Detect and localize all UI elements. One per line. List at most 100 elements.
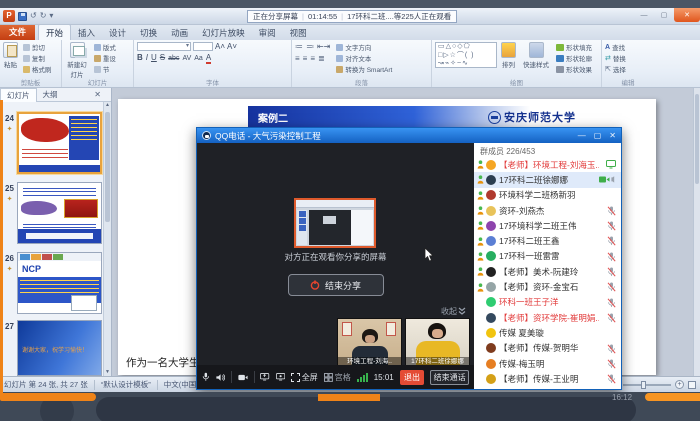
shape-outline-button[interactable]: 形状轮廓	[556, 53, 592, 63]
clear-format-button[interactable]: abc	[168, 55, 179, 62]
char-spacing-button[interactable]: AV	[182, 55, 191, 62]
align-right-icon[interactable]: ≡	[310, 54, 315, 63]
member-row[interactable]: 【老师】资环-金宝石	[474, 279, 621, 294]
member-row[interactable]: 17环境科学二班王伟	[474, 218, 621, 233]
justify-icon[interactable]: ≣	[318, 54, 325, 63]
slide-thumbnail-26[interactable]: 26 ✦ NCP	[0, 252, 104, 316]
tab-insert[interactable]: 插入	[71, 25, 102, 40]
shrink-font-icon[interactable]: A˅	[227, 42, 237, 51]
save-icon[interactable]	[18, 12, 27, 21]
shape-effects-button[interactable]: 形状效果	[556, 64, 592, 74]
workspace-scrollbar[interactable]	[693, 88, 700, 376]
strikethrough-button[interactable]: S	[160, 53, 165, 62]
member-row[interactable]: 传媒 夏美璇	[474, 325, 621, 340]
close-button[interactable]: ✕	[674, 8, 700, 22]
slide-thumbnail-27[interactable]: 27 谢谢大家，祝学习愉快！	[0, 320, 104, 378]
qq-close-icon[interactable]: ✕	[609, 131, 616, 140]
whiteboard-button[interactable]	[276, 372, 285, 382]
member-row[interactable]: 传媒-梅玉明	[474, 356, 621, 371]
change-case-button[interactable]: Aa	[194, 55, 203, 62]
member-row[interactable]: 【老师】环境工程-刘海玉..	[474, 157, 621, 172]
member-row[interactable]: 环境科学二班杨新羽	[474, 188, 621, 203]
member-row[interactable]: 17环科二班徐娜娜	[474, 172, 621, 187]
zoom-in-button[interactable]: +	[675, 380, 684, 389]
format-painter-button[interactable]: 格式刷	[23, 64, 52, 74]
microphone-button[interactable]	[202, 371, 210, 383]
bullets-icon[interactable]: ≔	[295, 42, 303, 51]
align-center-icon[interactable]: ≡	[303, 54, 308, 63]
slides-tab[interactable]: 幻灯片	[0, 88, 37, 102]
tab-file[interactable]: 文件	[0, 24, 35, 40]
member-row[interactable]: 17环科二班王鑫	[474, 233, 621, 248]
tab-design[interactable]: 设计	[102, 25, 133, 40]
tab-transitions[interactable]: 切换	[133, 25, 164, 40]
end-call-button[interactable]: 结束通话	[430, 370, 469, 385]
fit-to-window-icon[interactable]	[688, 381, 696, 389]
fullscreen-button[interactable]: 全屏	[291, 372, 318, 383]
restore-button[interactable]: ▢	[654, 8, 674, 22]
video-thumbnail-student[interactable]: 17环科二班徐娜娜	[405, 318, 470, 367]
layout-button[interactable]: 版式	[94, 42, 116, 52]
italic-button[interactable]: I	[146, 53, 148, 62]
share-screen-button[interactable]	[260, 372, 269, 382]
font-color-button[interactable]: A	[206, 53, 211, 64]
underline-button[interactable]: U	[151, 53, 157, 62]
new-slide-button[interactable]: 新建幻灯片	[65, 42, 89, 79]
panel-close-icon[interactable]: ✕	[94, 90, 101, 99]
member-row[interactable]: 环科一班王子洋	[474, 295, 621, 310]
paste-button[interactable]: 粘贴	[3, 42, 18, 69]
redo-icon[interactable]: ↻	[40, 11, 47, 21]
member-row[interactable]: 17环科一班雷雷	[474, 249, 621, 264]
tab-view[interactable]: 视图	[283, 25, 314, 40]
font-size-select[interactable]	[193, 42, 213, 51]
speaker-button[interactable]	[216, 372, 225, 383]
tab-home[interactable]: 开始	[38, 24, 71, 40]
member-row[interactable]: 【老师】传媒-王业明	[474, 371, 621, 386]
minimize-button[interactable]: —	[634, 8, 654, 22]
camera-button[interactable]	[238, 373, 248, 382]
member-row[interactable]: 【老师】法学-严春丽	[474, 386, 621, 389]
exit-button[interactable]: 退出	[400, 370, 425, 385]
member-row[interactable]: 资环-刘燕杰	[474, 203, 621, 218]
select-button[interactable]: ⇱选择	[605, 64, 626, 74]
qq-titlebar[interactable]: QQ电话 - 大气污染控制工程 — ▢ ✕	[197, 128, 621, 143]
bold-button[interactable]: B	[137, 53, 143, 62]
reset-button[interactable]: 重设	[94, 53, 116, 63]
align-text-button[interactable]: 对齐文本	[336, 53, 392, 63]
member-row[interactable]: 【老师】资环学院-崔明娟..	[474, 310, 621, 325]
end-share-button[interactable]: 结束分享	[288, 274, 384, 296]
find-button[interactable]: A查找	[605, 42, 626, 52]
member-row[interactable]: 【老师】传媒-贺明华	[474, 341, 621, 356]
indent-icons[interactable]: ⇤⇥	[317, 42, 330, 51]
font-name-select[interactable]	[137, 42, 191, 51]
slide-thumbnail-25[interactable]: 25 ✦	[0, 182, 104, 246]
qq-minimize-icon[interactable]: —	[578, 131, 586, 140]
grow-font-icon[interactable]: A˄	[215, 42, 225, 51]
shapes-gallery[interactable]: ▭△○◇⬠□▷☆⌒( )↝⌁✧~∿	[435, 42, 497, 68]
align-left-icon[interactable]: ≡	[295, 54, 300, 63]
numbering-icon[interactable]: ≕	[306, 42, 314, 51]
powerpoint-icon[interactable]: P	[3, 10, 15, 22]
collapse-toggle[interactable]: 收起	[441, 306, 466, 317]
text-direction-button[interactable]: 文字方向	[336, 42, 392, 52]
copy-button[interactable]: 复制	[23, 53, 52, 63]
slide-thumbnail-24[interactable]: 24 ✦	[0, 112, 104, 176]
member-row[interactable]: 【老师】美术-阮建玲	[474, 264, 621, 279]
qat-dropdown-icon[interactable]: ▾	[49, 11, 53, 21]
arrange-button[interactable]: 排列	[501, 42, 516, 69]
grid-layout-button[interactable]: 宫格	[324, 372, 351, 383]
cut-button[interactable]: 剪切	[23, 42, 52, 52]
zoom-slider[interactable]	[623, 384, 671, 386]
replace-button[interactable]: ⇄替换	[605, 53, 626, 63]
tab-review[interactable]: 审阅	[252, 25, 283, 40]
outline-tab[interactable]: 大纲	[37, 88, 64, 101]
tab-slideshow[interactable]: 幻灯片放映	[195, 25, 252, 40]
shape-fill-button[interactable]: 形状填充	[556, 42, 592, 52]
tab-animations[interactable]: 动画	[164, 25, 195, 40]
undo-icon[interactable]: ↺	[30, 11, 37, 21]
qq-maximize-icon[interactable]: ▢	[594, 131, 602, 140]
video-thumbnail-teacher[interactable]: 环境工程-刘海..	[337, 318, 402, 367]
section-button[interactable]: 节	[94, 64, 116, 74]
slides-panel-scrollbar[interactable]: ▲ ▼	[103, 102, 111, 376]
smartart-button[interactable]: 转换为 SmartArt	[336, 64, 392, 74]
